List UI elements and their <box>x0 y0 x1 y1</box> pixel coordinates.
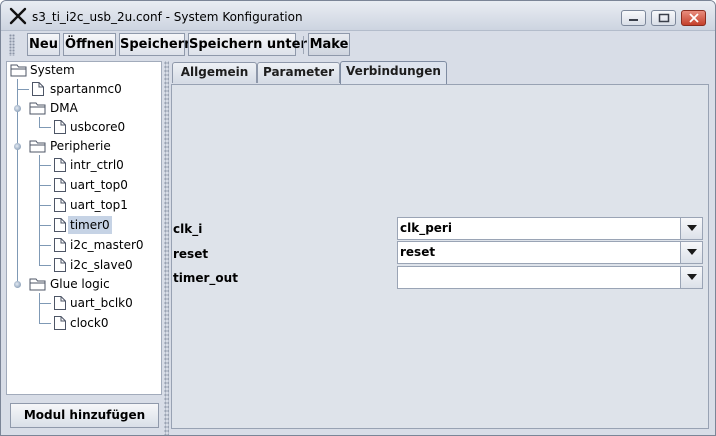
minimize-button[interactable] <box>621 10 646 26</box>
chevron-down-icon <box>687 274 697 280</box>
file-icon <box>54 258 66 272</box>
tree-connector <box>39 185 51 186</box>
tree-node-label: spartanmc0 <box>50 82 122 96</box>
tree-connector <box>39 265 51 266</box>
connection-label-clk-i: clk_i <box>173 222 203 236</box>
tree-node-uart-top0[interactable]: uart_top0 <box>53 176 153 195</box>
title-bar[interactable]: s3_ti_i2c_usb_2u.conf - System Konfigura… <box>1 1 715 31</box>
dropdown-button[interactable] <box>680 267 702 288</box>
connection-value: reset <box>400 245 436 259</box>
tree-node-spartanmc0[interactable]: spartanmc0 <box>31 80 151 99</box>
file-icon <box>32 82 44 96</box>
file-icon <box>54 218 66 232</box>
tree-node-intr-ctrl0[interactable]: intr_ctrl0 <box>53 156 153 175</box>
tree-node-label: uart_top0 <box>70 178 128 192</box>
tab-parameter[interactable]: Parameter <box>257 62 340 83</box>
file-icon <box>54 238 66 252</box>
tab-bar: Allgemein Parameter Verbindungen <box>169 61 709 84</box>
tree-node-i2c-master0[interactable]: i2c_master0 <box>53 236 153 255</box>
tree-toggle-glue-logic[interactable] <box>14 281 21 288</box>
connection-label-timer-out: timer_out <box>173 271 238 285</box>
tree-node-peripherie[interactable]: Peripherie <box>29 137 149 156</box>
tree-node-label: i2c_master0 <box>70 238 144 252</box>
close-button[interactable] <box>681 10 706 26</box>
add-module-button[interactable]: Modul hinzufügen <box>10 403 159 428</box>
open-button[interactable]: Öffnen <box>63 33 116 56</box>
tree-node-label: uart_bclk0 <box>70 296 133 310</box>
tree-node-label: intr_ctrl0 <box>70 158 124 172</box>
file-icon <box>54 316 66 330</box>
tree-node-dma[interactable]: DMA <box>29 99 149 118</box>
tab-verbindungen[interactable]: Verbindungen <box>340 61 447 84</box>
file-icon <box>54 296 66 310</box>
toolbar: Neu Öffnen Speichern Speichern unter Mak… <box>1 31 715 58</box>
dropdown-button[interactable] <box>680 218 702 239</box>
chevron-down-icon <box>687 249 697 255</box>
tree-toggle-dma[interactable] <box>14 105 21 112</box>
tree-connector <box>39 245 51 246</box>
tree-node-uart-bclk0[interactable]: uart_bclk0 <box>53 294 153 313</box>
save-button[interactable]: Speichern <box>119 33 193 56</box>
tree-node-system[interactable]: System <box>10 61 150 80</box>
tree-node-clock0[interactable]: clock0 <box>53 314 153 333</box>
maximize-button[interactable] <box>651 10 676 26</box>
toolbar-separator <box>303 36 304 54</box>
file-icon <box>54 178 66 192</box>
chevron-down-icon <box>687 225 697 231</box>
tree-node-label: clock0 <box>70 316 109 330</box>
tree-node-label: DMA <box>50 101 78 115</box>
connection-value: clk_peri <box>400 221 452 235</box>
tree-node-label: uart_top1 <box>70 198 128 212</box>
tree-connector <box>39 155 40 266</box>
maximize-icon <box>658 13 670 23</box>
tree-connector <box>39 293 40 324</box>
file-icon <box>54 198 66 212</box>
connection-label-reset: reset <box>173 247 209 261</box>
folder-open-icon <box>10 64 27 77</box>
window-title: s3_ti_i2c_usb_2u.conf - System Konfigura… <box>32 10 303 24</box>
file-icon <box>54 120 66 134</box>
toolbar-grip[interactable] <box>9 34 15 56</box>
connection-select-timer-out[interactable] <box>397 266 703 289</box>
app-x-icon <box>9 7 27 25</box>
panel-splitter[interactable] <box>164 61 169 435</box>
tree-node-label: i2c_slave0 <box>70 258 133 272</box>
tree-node-label: usbcore0 <box>70 120 126 134</box>
tree-node-label: System <box>30 63 75 77</box>
app-window: s3_ti_i2c_usb_2u.conf - System Konfigura… <box>0 0 716 436</box>
tree-node-label: Glue logic <box>50 277 110 291</box>
connection-select-reset[interactable]: reset <box>397 241 703 264</box>
tree-node-uart-top1[interactable]: uart_top1 <box>53 196 153 215</box>
tree-connector <box>39 127 51 128</box>
tree-connector <box>39 323 51 324</box>
folder-open-icon <box>29 278 46 291</box>
save-as-button[interactable]: Speichern unter <box>188 33 307 56</box>
tree-node-i2c-slave0[interactable]: i2c_slave0 <box>53 256 153 275</box>
tree-connector <box>39 303 51 304</box>
close-icon <box>689 13 699 23</box>
connection-select-clk-i[interactable]: clk_peri <box>397 217 703 240</box>
tree-toggle-peripherie[interactable] <box>14 143 21 150</box>
tree-connector <box>17 89 29 90</box>
minimize-icon <box>629 19 638 21</box>
new-button[interactable]: Neu <box>27 33 60 56</box>
tree-connector <box>39 225 51 226</box>
folder-open-icon <box>29 102 46 115</box>
tree-connector <box>39 205 51 206</box>
make-button[interactable]: Make <box>308 33 350 56</box>
tab-allgemein[interactable]: Allgemein <box>172 62 257 83</box>
file-icon <box>54 158 66 172</box>
tree-node-glue-logic[interactable]: Glue logic <box>29 275 149 294</box>
tree-node-usbcore0[interactable]: usbcore0 <box>53 118 153 137</box>
tree-node-label: Peripherie <box>50 139 111 153</box>
tree-connector <box>39 165 51 166</box>
dropdown-button[interactable] <box>680 242 702 263</box>
tree-node-label: timer0 <box>68 216 112 234</box>
tree-node-timer0[interactable]: timer0 <box>53 216 153 235</box>
folder-open-icon <box>29 140 46 153</box>
